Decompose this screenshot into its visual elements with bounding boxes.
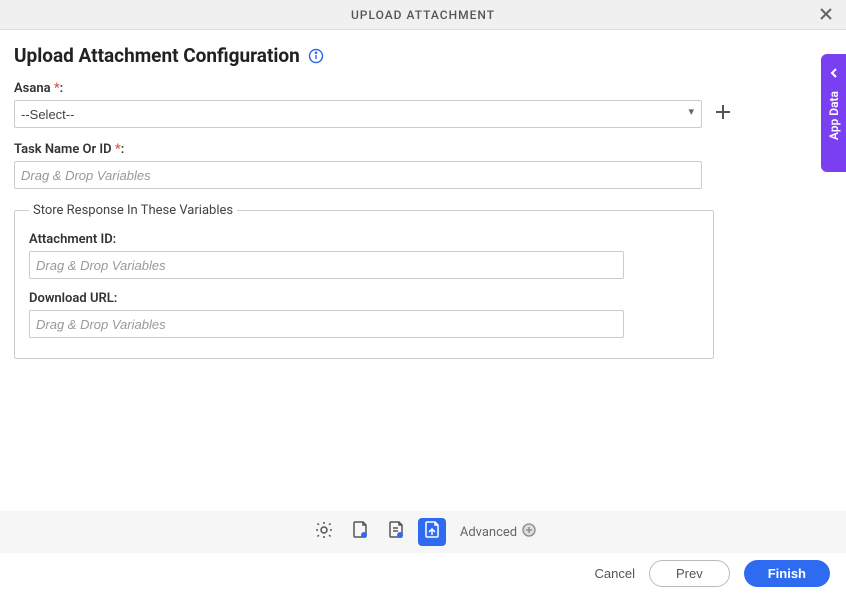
gear-icon <box>314 520 334 544</box>
asana-field: Asana *: --Select-- <box>14 81 832 128</box>
response-fieldset: Store Response In These Variables Attach… <box>14 203 714 359</box>
upload-tool[interactable] <box>418 518 446 546</box>
document-gear-icon <box>350 520 370 544</box>
prev-button[interactable]: Prev <box>649 560 730 587</box>
download-label: Download URL: <box>29 291 699 306</box>
attachment-input[interactable] <box>29 251 624 279</box>
close-button[interactable] <box>816 5 836 25</box>
cancel-button[interactable]: Cancel <box>595 566 635 581</box>
task-input[interactable] <box>14 161 702 189</box>
bottom-toolbar: Advanced <box>0 511 846 553</box>
content-area: Upload Attachment Configuration Asana *:… <box>0 30 846 373</box>
settings-tool[interactable] <box>310 518 338 546</box>
asana-select-row: --Select-- <box>14 100 832 128</box>
page-title-row: Upload Attachment Configuration <box>14 44 832 67</box>
task-label: Task Name Or ID *: <box>14 142 832 157</box>
attachment-label: Attachment ID: <box>29 232 699 247</box>
plus-circle-icon <box>522 523 536 541</box>
modal-header: UPLOAD ATTACHMENT <box>0 0 846 30</box>
app-data-tab[interactable]: App Data <box>821 54 846 172</box>
modal-title: UPLOAD ATTACHMENT <box>351 8 495 22</box>
asana-select[interactable]: --Select-- <box>14 100 702 128</box>
download-field: Download URL: <box>29 291 699 338</box>
page-title: Upload Attachment Configuration <box>14 44 300 67</box>
asana-select-wrap: --Select-- <box>14 100 702 128</box>
upload-icon <box>422 520 442 544</box>
plus-icon <box>714 103 732 125</box>
asana-label: Asana *: <box>14 81 832 96</box>
task-field: Task Name Or ID *: <box>14 142 832 189</box>
required-marker: * <box>54 81 60 96</box>
footer: Cancel Prev Finish <box>0 553 846 593</box>
doc-gear-tool-1[interactable] <box>346 518 374 546</box>
close-icon <box>819 6 833 25</box>
advanced-label: Advanced <box>460 525 517 540</box>
download-input[interactable] <box>29 310 624 338</box>
chevron-left-icon <box>828 64 840 83</box>
app-data-label: App Data <box>827 91 841 140</box>
asana-label-text: Asana <box>14 81 54 96</box>
advanced-toggle[interactable]: Advanced <box>460 523 536 541</box>
add-asana-button[interactable] <box>712 103 734 125</box>
finish-button[interactable]: Finish <box>744 560 830 587</box>
attachment-field: Attachment ID: <box>29 232 699 279</box>
info-icon[interactable] <box>308 48 324 64</box>
required-marker: * <box>115 142 121 157</box>
document-gear-icon <box>386 520 406 544</box>
fieldset-legend: Store Response In These Variables <box>29 203 237 218</box>
doc-gear-tool-2[interactable] <box>382 518 410 546</box>
task-label-text: Task Name Or ID <box>14 142 115 157</box>
